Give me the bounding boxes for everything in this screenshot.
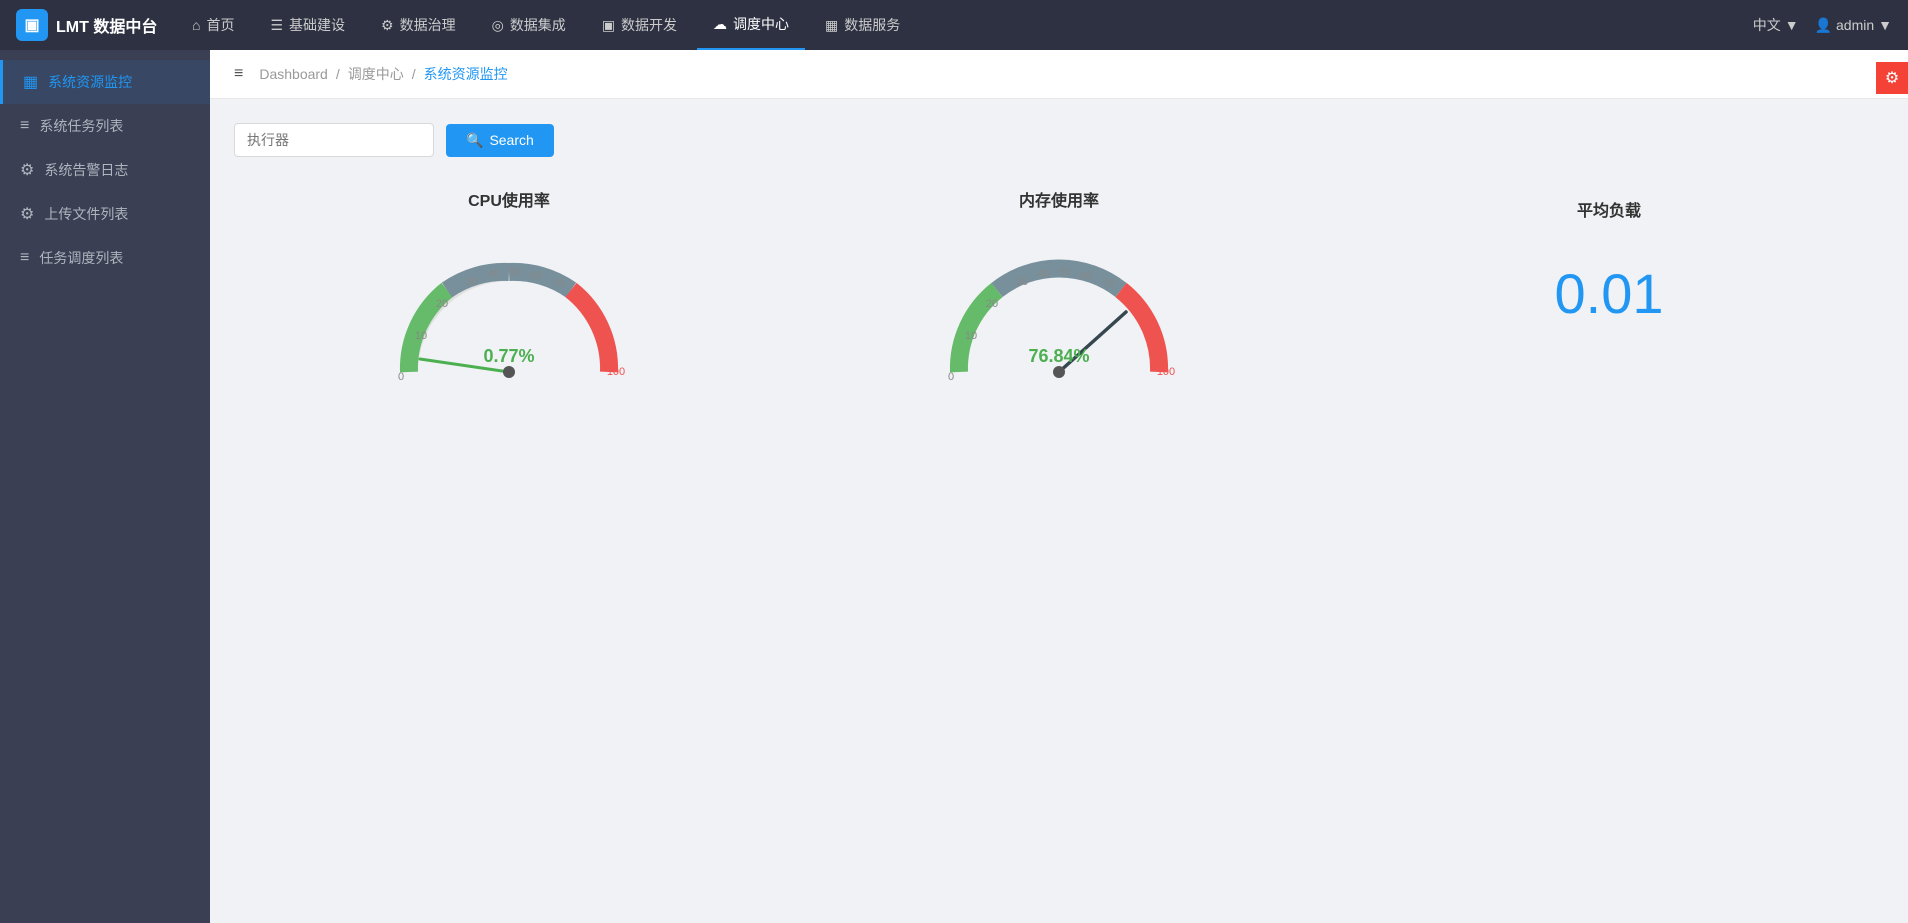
avg-load-section: 平均负载 0.01	[1334, 187, 1884, 326]
memory-gauge-title: 内存使用率	[1019, 187, 1099, 211]
sidebar-item-task-list[interactable]: ≡ 系统任务列表	[0, 104, 210, 148]
nav-item-data-integration[interactable]: ◎ 数据集成	[476, 0, 582, 50]
breadcrumb: ≡ Dashboard / 调度中心 / 系统资源监控	[210, 50, 1908, 99]
svg-text:10: 10	[965, 330, 977, 342]
svg-text:0.77%: 0.77%	[483, 346, 534, 366]
svg-text:80: 80	[575, 298, 587, 310]
nav-right: 中文 ▼ 👤 admin ▼	[1753, 15, 1892, 35]
nav-item-infrastructure[interactable]: ☰ 基础建设	[254, 0, 361, 50]
top-navigation: ▣ LMT 数据中台 ⌂ 首页 ☰ 基础建设 ⚙ 数据治理 ◎ 数据集成 ▣ 数…	[0, 0, 1908, 50]
logo-icon: ▣	[16, 9, 48, 41]
svg-text:20: 20	[436, 298, 448, 310]
svg-text:40: 40	[1038, 268, 1050, 280]
search-row: 🔍 Search	[234, 123, 1884, 157]
data-governance-icon: ⚙	[381, 17, 394, 34]
task-list-icon: ≡	[20, 117, 29, 135]
data-service-icon: ▦	[825, 17, 838, 34]
user-icon: 👤	[1815, 17, 1832, 34]
upload-list-icon: ⚙	[20, 204, 34, 224]
sidebar-item-upload-list[interactable]: ⚙ 上传文件列表	[0, 192, 210, 236]
memory-gauge-visual: 0 10 20 30 40 50 60 70 80 90 100	[929, 227, 1189, 387]
memory-gauge-section: 内存使用率 0 10 20	[784, 187, 1334, 387]
avg-load-title: 平均负载	[1577, 197, 1641, 221]
search-button[interactable]: 🔍 Search	[446, 124, 554, 157]
svg-text:40: 40	[488, 268, 500, 280]
svg-text:70: 70	[1103, 278, 1115, 290]
scheduler-icon: ☁	[713, 16, 727, 33]
svg-text:0: 0	[398, 371, 404, 383]
executor-search-input[interactable]	[234, 123, 434, 157]
svg-text:80: 80	[1125, 298, 1137, 310]
svg-text:76.84%: 76.84%	[1028, 346, 1089, 366]
svg-text:70: 70	[553, 278, 565, 290]
logo-text: LMT 数据中台	[56, 13, 157, 37]
task-schedule-icon: ≡	[20, 249, 29, 267]
cpu-gauge-section: CPU使用率	[234, 187, 784, 387]
nav-item-data-governance[interactable]: ⚙ 数据治理	[365, 0, 472, 50]
alert-icon: ⚙	[1885, 68, 1899, 88]
alert-log-icon: ⚙	[20, 160, 34, 180]
data-integration-icon: ◎	[492, 17, 504, 34]
main-content: ≡ Dashboard / 调度中心 / 系统资源监控 ⚙ 🔍 Search	[210, 50, 1908, 923]
nav-menu: ⌂ 首页 ☰ 基础建设 ⚙ 数据治理 ◎ 数据集成 ▣ 数据开发 ☁ 调度中心 …	[176, 0, 1753, 50]
sidebar-item-system-monitor[interactable]: ▦ 系统资源监控	[0, 60, 210, 104]
content-area: 🔍 Search CPU使用率	[210, 99, 1908, 411]
data-dev-icon: ▣	[602, 17, 615, 34]
svg-text:10: 10	[415, 330, 427, 342]
alert-button[interactable]: ⚙	[1876, 62, 1908, 94]
svg-text:60: 60	[1080, 270, 1092, 282]
search-icon: 🔍	[466, 132, 483, 149]
home-icon: ⌂	[192, 17, 200, 33]
user-menu[interactable]: 👤 admin ▼	[1815, 17, 1892, 34]
svg-text:60: 60	[530, 270, 542, 282]
nav-item-home[interactable]: ⌂ 首页	[176, 0, 250, 50]
dropdown-icon: ▼	[1785, 17, 1799, 33]
svg-text:100: 100	[1157, 366, 1175, 378]
gauges-row: CPU使用率	[234, 187, 1884, 387]
svg-text:50: 50	[1059, 266, 1071, 278]
sidebar: ▦ 系统资源监控 ≡ 系统任务列表 ⚙ 系统告警日志 ⚙ 上传文件列表 ≡ 任务…	[0, 50, 210, 923]
svg-text:100: 100	[607, 366, 625, 378]
svg-text:90: 90	[593, 326, 605, 338]
system-monitor-icon: ▦	[23, 72, 38, 92]
svg-text:90: 90	[1143, 326, 1155, 338]
cpu-gauge-title: CPU使用率	[468, 187, 550, 211]
nav-item-scheduler[interactable]: ☁ 调度中心	[697, 0, 805, 50]
svg-text:30: 30	[1016, 276, 1028, 288]
sidebar-item-alert-log[interactable]: ⚙ 系统告警日志	[0, 148, 210, 192]
avg-load-value: 0.01	[1555, 261, 1664, 326]
cpu-gauge-visual: 0 10 20 30 40 50 60	[379, 227, 639, 387]
nav-item-data-service[interactable]: ▦ 数据服务	[809, 0, 916, 50]
logo-area: ▣ LMT 数据中台	[16, 9, 176, 41]
svg-text:0: 0	[948, 371, 954, 383]
sidebar-item-task-schedule[interactable]: ≡ 任务调度列表	[0, 236, 210, 280]
language-selector[interactable]: 中文 ▼	[1753, 15, 1799, 35]
svg-text:50: 50	[509, 266, 521, 278]
nav-item-data-dev[interactable]: ▣ 数据开发	[586, 0, 693, 50]
menu-toggle-icon[interactable]: ≡	[234, 65, 243, 83]
svg-text:20: 20	[986, 298, 998, 310]
infrastructure-icon: ☰	[270, 17, 283, 34]
svg-text:30: 30	[466, 276, 478, 288]
user-dropdown-icon: ▼	[1878, 17, 1892, 33]
page-layout: ▦ 系统资源监控 ≡ 系统任务列表 ⚙ 系统告警日志 ⚙ 上传文件列表 ≡ 任务…	[0, 50, 1908, 923]
